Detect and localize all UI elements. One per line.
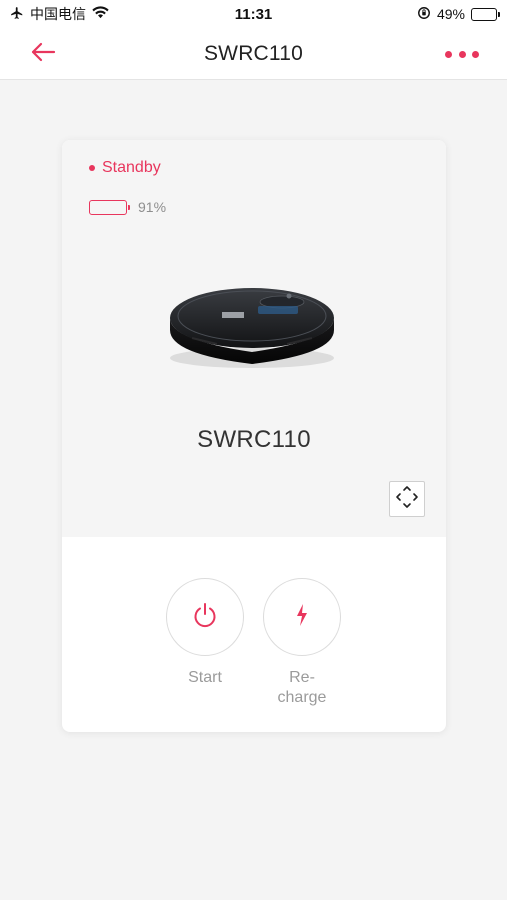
recharge-label-line1: Re-	[289, 669, 315, 686]
recharge-label: Re- charge	[262, 668, 342, 708]
back-button[interactable]	[30, 40, 60, 68]
status-label: Standby	[102, 159, 161, 176]
expand-button[interactable]	[389, 481, 425, 517]
device-name: SWRC110	[197, 426, 311, 453]
lightning-icon	[293, 602, 311, 633]
battery-percent: 49%	[436, 6, 465, 22]
expand-icon	[395, 485, 419, 514]
device-status: Standby	[89, 159, 161, 177]
start-label: Start	[188, 669, 222, 686]
status-bar-left: 中国电信	[10, 4, 109, 24]
recharge-action: Re- charge	[263, 578, 341, 708]
battery-icon	[471, 7, 500, 21]
page-title: SWRC110	[203, 41, 304, 65]
start-button[interactable]	[166, 578, 244, 656]
rotation-lock-icon	[417, 6, 431, 23]
carrier-label: 中国电信	[30, 6, 86, 22]
more-dot	[472, 50, 479, 58]
device-battery-icon	[89, 199, 130, 215]
more-dots-icon	[445, 50, 452, 58]
device-battery: 91%	[89, 199, 166, 215]
device-card: Standby 91% SWRC110 Start Re- charge	[62, 140, 446, 732]
more-dot	[458, 50, 466, 58]
robot-vacuum-image	[162, 278, 342, 372]
recharge-button[interactable]	[263, 578, 341, 656]
recharge-label-line2: charge	[277, 689, 327, 706]
back-arrow-icon	[30, 42, 56, 67]
device-battery-percent: 91%	[138, 199, 167, 215]
wifi-icon	[92, 6, 109, 22]
nav-bar: SWRC110	[0, 28, 507, 80]
status-dot-icon	[89, 165, 95, 171]
start-action: Start	[166, 578, 244, 688]
status-bar-right: 49%	[417, 6, 500, 23]
more-options-button[interactable]	[445, 42, 479, 66]
power-icon	[191, 601, 219, 634]
status-bar: 中国电信 11:31 49%	[0, 0, 507, 28]
airplane-icon	[10, 6, 24, 23]
device-info-panel: Standby 91% SWRC110	[62, 140, 446, 537]
